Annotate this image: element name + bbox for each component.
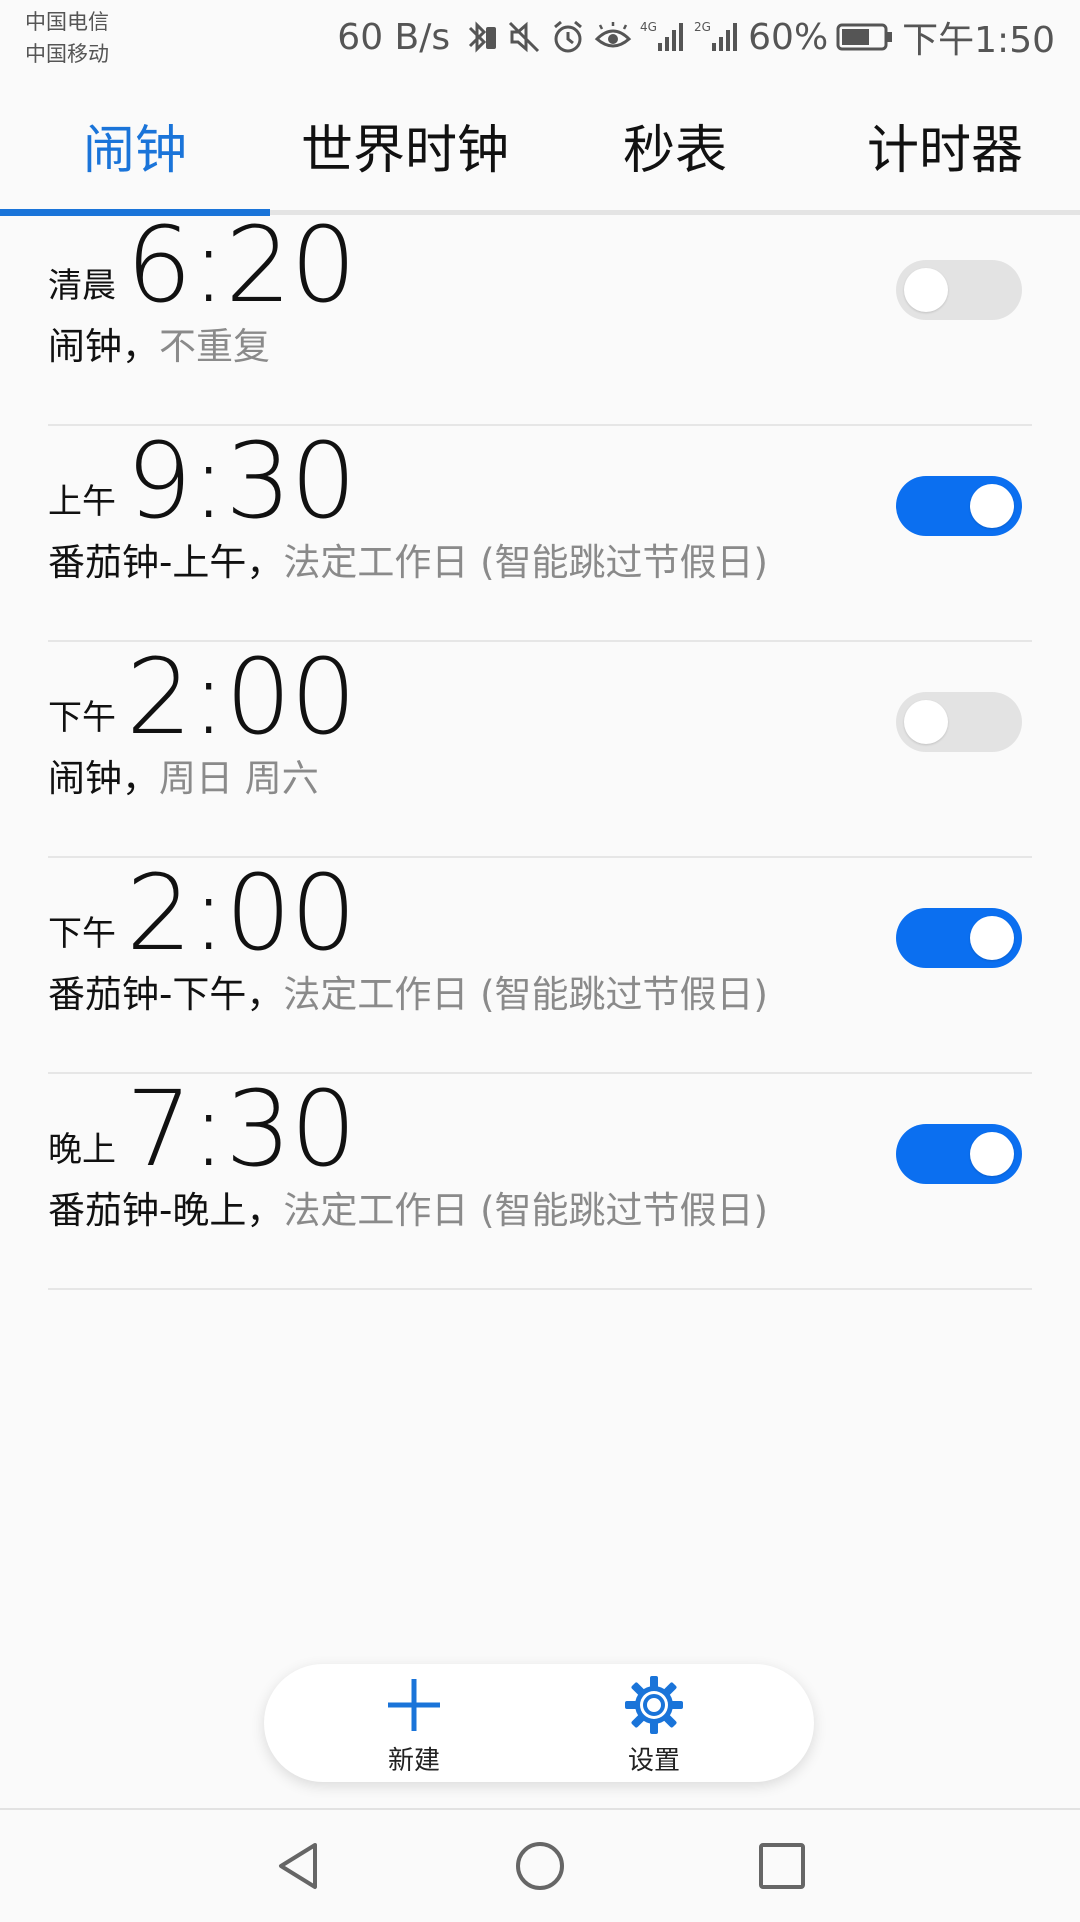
settings-button[interactable]: 设置	[564, 1670, 744, 1778]
navigation-bar	[0, 1808, 1080, 1922]
new-alarm-label: 新建	[387, 1746, 440, 1776]
tab-stopwatch[interactable]: 秒表	[540, 90, 810, 200]
signal-2g-icon: 2G	[694, 17, 740, 57]
toggle-knob	[904, 700, 948, 744]
alarm-separator: ，	[246, 973, 284, 1016]
alarm-separator: ，	[246, 1189, 284, 1232]
alarm-description: 番茄钟-下午，法定工作日 (智能跳过节假日)	[48, 964, 768, 1018]
alarm-item[interactable]: 下午 2:00 闹钟，周日 周六	[0, 636, 1080, 858]
alarm-description: 闹钟，不重复	[48, 316, 270, 370]
carrier-2: 中国移动	[25, 42, 109, 66]
carrier-1: 中国电信	[25, 10, 109, 34]
plus-icon	[384, 1670, 444, 1740]
alarm-name: 番茄钟-晚上	[48, 1189, 247, 1232]
alarm-period: 晚上	[48, 1130, 116, 1170]
alarm-period: 上午	[48, 482, 116, 522]
alarm-toggle[interactable]	[896, 1124, 1022, 1184]
alarm-time: 6:20	[126, 204, 357, 326]
svg-text:4G: 4G	[640, 20, 657, 34]
action-bar: 新建 设置	[264, 1664, 814, 1782]
tab-world-clock[interactable]: 世界时钟	[270, 90, 540, 200]
alarm-period: 清晨	[48, 266, 116, 306]
gear-icon	[623, 1670, 685, 1740]
alarm-period: 下午	[48, 914, 116, 954]
alarm-toggle[interactable]	[896, 692, 1022, 752]
status-clock: 下午1:50	[902, 20, 1055, 61]
mute-icon	[506, 17, 542, 57]
alarm-repeat: 法定工作日 (智能跳过节假日)	[283, 1189, 768, 1232]
home-button[interactable]	[510, 1838, 570, 1898]
network-speed: 60 B/s	[337, 16, 451, 58]
divider	[48, 1288, 1032, 1290]
alarm-period: 下午	[48, 698, 116, 738]
battery-percent: 60%	[748, 16, 829, 58]
toggle-knob	[970, 916, 1014, 960]
alarm-name: 闹钟	[48, 325, 122, 368]
toggle-knob	[970, 484, 1014, 528]
alarm-description: 番茄钟-上午，法定工作日 (智能跳过节假日)	[48, 532, 768, 586]
alarm-item[interactable]: 下午 2:00 番茄钟-下午，法定工作日 (智能跳过节假日)	[0, 852, 1080, 1074]
alarm-separator: ，	[122, 757, 159, 800]
alarm-time: 2:00	[126, 636, 357, 758]
alarm-toggle[interactable]	[896, 908, 1022, 968]
alarm-repeat: 法定工作日 (智能跳过节假日)	[283, 973, 768, 1016]
toggle-knob	[970, 1132, 1014, 1176]
back-triangle-icon	[271, 1839, 325, 1897]
alarm-item[interactable]: 上午 9:30 番茄钟-上午，法定工作日 (智能跳过节假日)	[0, 420, 1080, 642]
bluetooth-icon	[464, 17, 498, 57]
alarm-time: 7:30	[126, 1068, 357, 1190]
battery-icon	[836, 17, 894, 57]
alarm-time: 9:30	[126, 420, 357, 542]
alarm-name: 闹钟	[48, 757, 122, 800]
status-bar: 中国电信 中国移动 60 B/s 4G 2G 60% 下午1:50	[0, 0, 1080, 78]
status-icons: 60 B/s 4G 2G 60% 下午1:50	[337, 12, 1055, 62]
recents-square-icon	[755, 1839, 809, 1897]
eye-comfort-icon	[594, 17, 632, 57]
alarm-repeat: 不重复	[159, 325, 270, 368]
recents-button[interactable]	[752, 1838, 812, 1898]
alarm-separator: ，	[122, 325, 159, 368]
alarm-description: 闹钟，周日 周六	[48, 748, 319, 802]
svg-text:2G: 2G	[694, 20, 711, 34]
alarm-name: 番茄钟-上午	[48, 541, 247, 584]
settings-label: 设置	[627, 1746, 680, 1776]
alarm-item[interactable]: 清晨 6:20 闹钟，不重复	[0, 204, 1080, 426]
alarm-description: 番茄钟-晚上，法定工作日 (智能跳过节假日)	[48, 1180, 768, 1234]
back-button[interactable]	[268, 1838, 328, 1898]
toggle-knob	[904, 268, 948, 312]
alarm-clock-icon	[550, 17, 586, 57]
home-circle-icon	[513, 1839, 567, 1897]
alarm-separator: ，	[246, 541, 284, 584]
alarm-name: 番茄钟-下午	[48, 973, 247, 1016]
alarm-repeat: 周日 周六	[159, 757, 319, 800]
alarm-item[interactable]: 晚上 7:30 番茄钟-晚上，法定工作日 (智能跳过节假日)	[0, 1068, 1080, 1290]
signal-4g-icon: 4G	[640, 17, 686, 57]
tab-bar: 闹钟 世界时钟 秒表 计时器	[0, 90, 1080, 218]
carrier-info: 中国电信 中国移动	[25, 6, 109, 70]
new-alarm-button[interactable]: 新建	[324, 1670, 504, 1778]
alarm-repeat: 法定工作日 (智能跳过节假日)	[283, 541, 768, 584]
tab-alarm[interactable]: 闹钟	[0, 90, 270, 200]
alarm-time: 2:00	[126, 852, 357, 974]
alarm-toggle[interactable]	[896, 476, 1022, 536]
tab-timer[interactable]: 计时器	[810, 90, 1080, 200]
alarm-toggle[interactable]	[896, 260, 1022, 320]
